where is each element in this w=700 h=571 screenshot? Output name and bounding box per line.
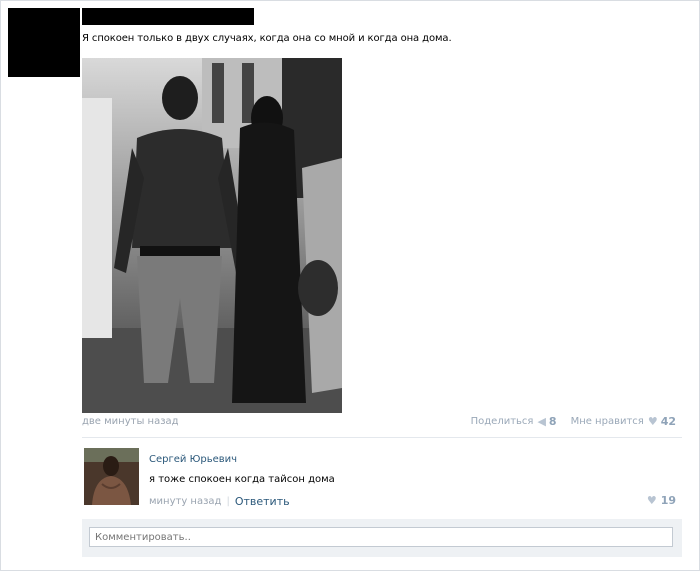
comment-like-button[interactable]: ♥ 19 [647,494,676,507]
post-text: Я спокоен только в двух случаях, когда о… [82,33,452,44]
comments-divider [82,437,682,438]
author-name-redacted[interactable] [82,8,254,25]
meta-separator: | [226,496,230,507]
reply-link[interactable]: Ответить [235,495,290,508]
share-count: 8 [548,415,557,428]
megaphone-icon: ◀ [537,415,546,428]
post-timestamp[interactable]: две минуты назад [82,416,179,427]
comment-like-count: 19 [660,494,676,507]
like-button[interactable]: Мне нравится ♥ 42 [571,415,676,428]
comment-meta: минуту назад | Ответить [149,495,290,508]
comment-avatar-image [84,448,139,505]
like-label: Мне нравится [570,416,644,427]
share-label: Поделиться [470,416,534,427]
comment-timestamp[interactable]: минуту назад [149,496,221,507]
comment-author-name[interactable]: Сергей Юрьевич [149,454,237,465]
comment-author-avatar[interactable] [84,448,139,505]
post-photo-image [82,58,342,413]
comment-input[interactable] [89,527,673,547]
post-actions: Поделиться ◀ 8 Мне нравится ♥ 42 [471,415,676,428]
author-avatar-redacted[interactable] [8,8,80,77]
heart-icon: ♥ [647,415,658,428]
share-button[interactable]: Поделиться ◀ 8 [471,415,557,428]
post-photo[interactable] [82,58,342,413]
like-count: 42 [660,415,676,428]
comment-text: я тоже спокоен когда тайсон дома [149,474,335,485]
heart-icon: ♥ [646,494,657,507]
